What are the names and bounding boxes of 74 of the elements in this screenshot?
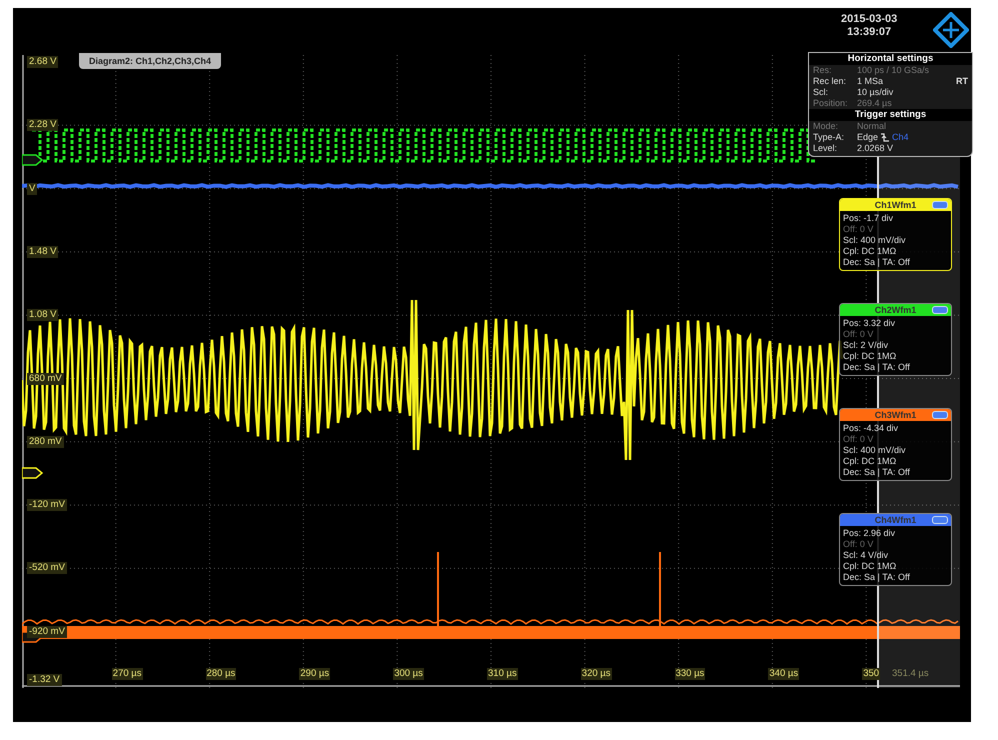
axis-label: 2.28 V xyxy=(27,119,58,132)
channel-title: Ch4Wfm1 xyxy=(840,514,951,526)
setting-label: Rec len: xyxy=(813,76,848,87)
channel-setting: Scl: 4 V/div xyxy=(843,550,890,561)
channel-setting: Dec: Sa | TA: Off xyxy=(843,257,911,268)
channel-setting: Cpl: DC 1MΩ xyxy=(843,246,898,257)
toggle-icon[interactable] xyxy=(932,201,948,209)
setting-value: 1 MSa xyxy=(857,76,884,87)
channel-setting: Scl: 400 mV/div xyxy=(843,445,907,456)
axis-label: 2.68 V xyxy=(27,56,58,68)
diamond-logo-icon xyxy=(933,12,969,48)
axis-label: -920 mV xyxy=(27,626,67,638)
axis-label: 310 µs xyxy=(487,668,518,680)
axis-label: 280 µs xyxy=(206,668,236,680)
toggle-icon[interactable] xyxy=(932,411,948,419)
channel-setting: Cpl: DC 1MΩ xyxy=(843,456,898,467)
channel-title: Ch3Wfm1 xyxy=(840,409,951,421)
diagram-label: Diagram2: Ch1,Ch2,Ch3,Ch4 xyxy=(79,53,222,69)
axis-label: -520 mV xyxy=(27,562,67,574)
setting-value: 269.4 µs xyxy=(857,98,892,109)
axis-label: 270 µs xyxy=(112,668,143,680)
setting-label: Mode: xyxy=(813,121,840,132)
setting-value: Normal xyxy=(857,121,886,132)
setting-label: Position: xyxy=(813,98,849,109)
setting-label: Scl: xyxy=(813,87,830,98)
channel-setting: Dec: Sa | TA: Off xyxy=(843,362,911,373)
setting-value: 100 ps / 10 GSa/s xyxy=(857,65,930,76)
channel-setting: Dec: Sa | TA: Off xyxy=(843,467,911,478)
axis-label: 1.08 V xyxy=(27,309,58,322)
axis-label: 340 µs xyxy=(768,668,800,680)
axis-label: 680 mV xyxy=(27,372,64,384)
setting-value: Edge xyxy=(857,132,878,143)
channel-marker-icon xyxy=(22,467,44,479)
axis-label: 290 µs xyxy=(299,668,330,680)
channel-setting: Off: 0 V xyxy=(843,224,874,235)
axis-label: -1.32 V xyxy=(27,674,62,686)
mode-label: RT xyxy=(956,76,968,87)
channel-setting: Pos: 3.32 div xyxy=(843,318,896,329)
axis-label: 280 mV xyxy=(27,436,64,448)
axis-label: 300 µs xyxy=(393,668,424,680)
channel-setting: Cpl: DC 1MΩ xyxy=(843,351,898,362)
date-text: 2015-03-03 xyxy=(841,13,898,26)
axis-label: 1.48 V xyxy=(27,246,58,258)
axis-label: 350 xyxy=(862,668,880,680)
channel-setting: Off: 0 V xyxy=(843,539,874,550)
channel-setting: Pos: 2.96 div xyxy=(843,528,896,539)
setting-label: Res: xyxy=(813,65,833,76)
axis-label: 330 µs xyxy=(674,668,706,680)
channel-setting: Off: 0 V xyxy=(843,434,874,445)
axis-label: V xyxy=(27,182,38,195)
toggle-icon[interactable] xyxy=(932,306,948,314)
edge-icon xyxy=(881,133,890,142)
axis-label: -120 mV xyxy=(27,499,67,512)
panel-heading: Trigger settings xyxy=(809,109,972,121)
channel-marker-icon xyxy=(22,154,44,166)
channel-setting: Cpl: DC 1MΩ xyxy=(843,561,898,572)
channel-setting: Pos: -4.34 div xyxy=(843,423,900,434)
axis-label: 351.4 µs xyxy=(892,668,929,680)
channel-title: Ch2Wfm1 xyxy=(840,304,951,316)
setting-label: Level: xyxy=(813,143,838,154)
channel-setting: Dec: Sa | TA: Off xyxy=(843,572,911,583)
channel-setting: Pos: -1.7 div xyxy=(843,213,894,224)
channel-setting: Scl: 2 V/div xyxy=(843,340,890,351)
setting-label: Type-A: xyxy=(813,132,846,143)
channel-setting: Scl: 400 mV/div xyxy=(843,235,907,246)
time-text: 13:39:07 xyxy=(847,26,892,39)
toggle-icon[interactable] xyxy=(932,516,948,524)
trigger-source: Ch4 xyxy=(892,132,909,143)
panel-heading: Horizontal settings xyxy=(809,53,972,65)
channel-title: Ch1Wfm1 xyxy=(840,199,951,211)
channel-setting: Off: 0 V xyxy=(843,329,874,340)
setting-value: 2.0268 V xyxy=(857,143,894,154)
setting-value: 10 µs/div xyxy=(857,87,894,98)
axis-label: 320 µs xyxy=(580,668,612,680)
